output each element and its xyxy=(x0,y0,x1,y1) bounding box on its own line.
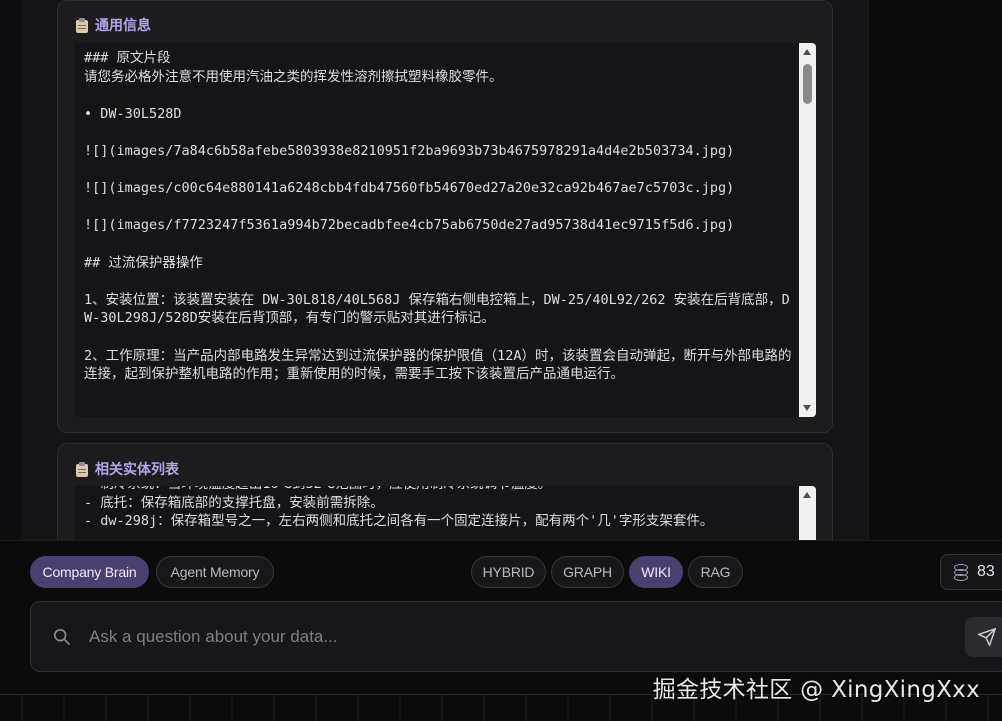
document-counter[interactable]: 83 xyxy=(940,554,1002,590)
card-title: 相关实体列表 xyxy=(95,462,179,478)
related-entities-text: - 制冷系统：当环境温度超出16℃到32℃范围时，应使用制冷系统调节温度。 - … xyxy=(84,486,714,530)
app-root: 通用信息 ### 原文片段 请您务必格外注意不用使用汽油之类的挥发性溶剂擦拭塑料… xyxy=(0,0,1002,721)
related-entities-textbox[interactable]: - 制冷系统：当环境温度超出16℃到32℃范围时，应使用制冷系统调节温度。 - … xyxy=(74,486,816,540)
question-input[interactable] xyxy=(87,620,951,654)
mode-graph[interactable]: GRAPH xyxy=(551,556,624,588)
tab-company-brain[interactable]: Company Brain xyxy=(30,556,149,588)
database-icon xyxy=(954,564,968,581)
counter-value: 83 xyxy=(977,563,995,580)
mode-wiki[interactable]: WIKI xyxy=(629,556,683,588)
left-panel xyxy=(0,0,22,540)
tab-agent-memory[interactable]: Agent Memory xyxy=(156,556,274,588)
general-info-card: 通用信息 ### 原文片段 请您务必格外注意不用使用汽油之类的挥发性溶剂擦拭塑料… xyxy=(57,0,833,433)
mode-hybrid[interactable]: HYBRID xyxy=(471,556,546,588)
mode-rag[interactable]: RAG xyxy=(688,556,743,588)
send-button[interactable] xyxy=(965,617,1002,657)
general-info-text: ### 原文片段 请您务必格外注意不用使用汽油之类的挥发性溶剂擦拭塑料橡胶零件。… xyxy=(84,50,792,383)
send-icon xyxy=(977,627,997,647)
scroll-down-arrow-icon[interactable] xyxy=(803,405,811,411)
scroll-thumb[interactable] xyxy=(803,64,812,104)
general-info-header: 通用信息 xyxy=(76,15,151,35)
textbox-scrollbar[interactable] xyxy=(799,486,816,540)
ask-box xyxy=(30,601,1002,672)
search-icon xyxy=(53,628,71,646)
card-title: 通用信息 xyxy=(95,18,151,34)
column-divider xyxy=(868,0,869,540)
related-entities-card: 相关实体列表 - 制冷系统：当环境温度超出16℃到32℃范围时，应使用制冷系统调… xyxy=(57,443,833,540)
textbox-scrollbar[interactable] xyxy=(799,43,816,417)
clipboard-icon xyxy=(76,17,89,33)
general-info-textbox[interactable]: ### 原文片段 请您务必格外注意不用使用汽油之类的挥发性溶剂擦拭塑料橡胶零件。… xyxy=(74,43,816,417)
watermark: 掘金技术社区 @ XingXingXxx xyxy=(652,677,980,703)
clipboard-icon xyxy=(76,461,89,477)
scroll-up-arrow-icon[interactable] xyxy=(803,492,811,498)
related-entities-header: 相关实体列表 xyxy=(76,459,179,479)
results-column[interactable]: 通用信息 ### 原文片段 请您务必格外注意不用使用汽油之类的挥发性溶剂擦拭塑料… xyxy=(21,0,868,540)
scroll-up-arrow-icon[interactable] xyxy=(803,49,811,55)
